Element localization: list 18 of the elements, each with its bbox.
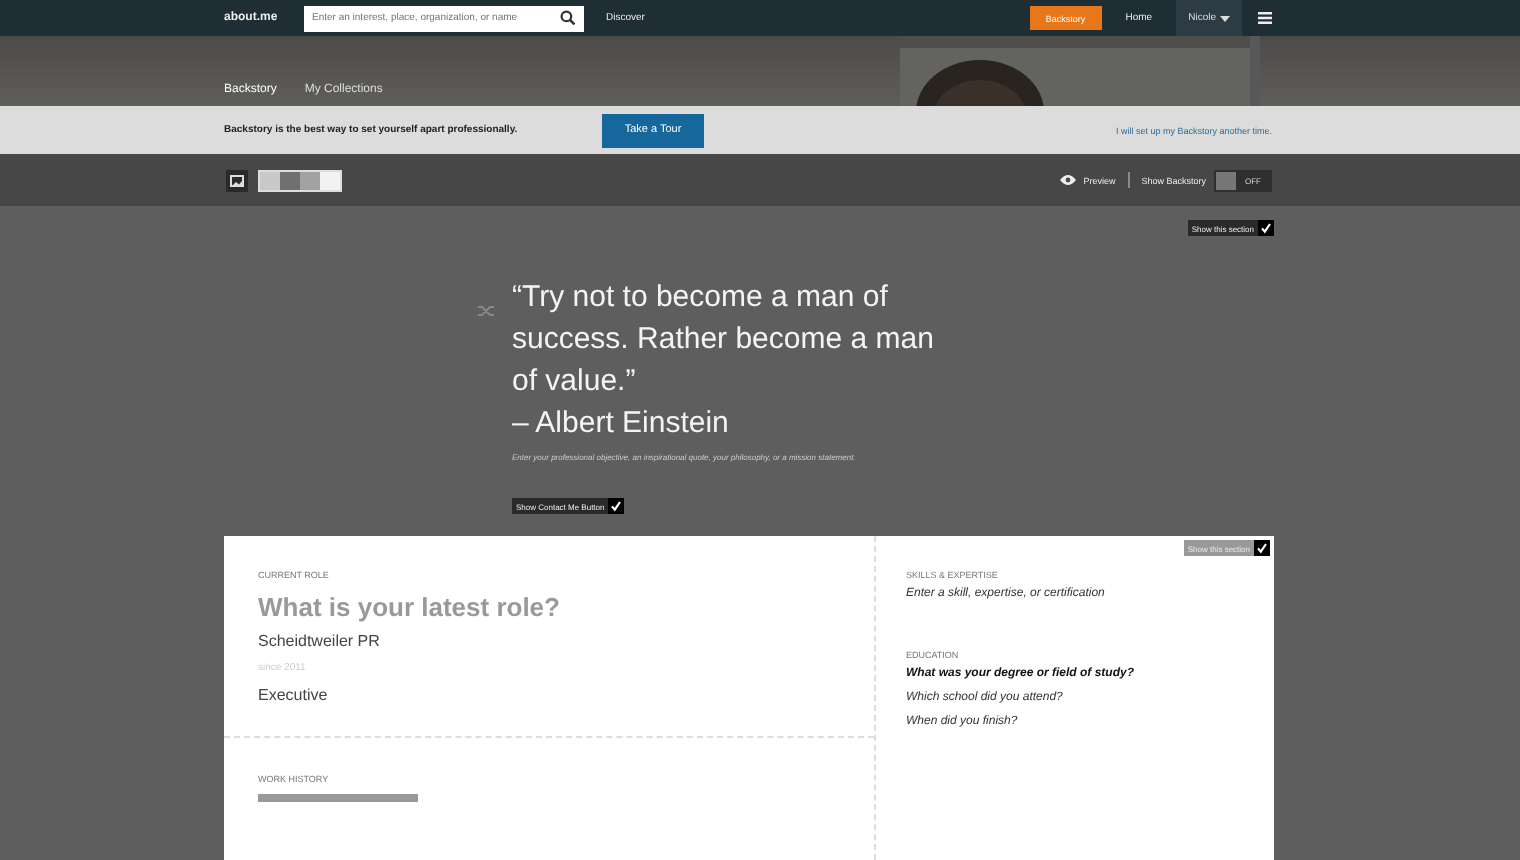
color-swatch[interactable]: [300, 171, 320, 189]
eye-icon: [1059, 174, 1076, 186]
shuffle-icon[interactable]: [478, 304, 496, 318]
company-name[interactable]: Scheidtweiler PR: [258, 630, 380, 654]
position-name[interactable]: Executive: [258, 684, 328, 708]
quote-author[interactable]: – Albert Einstein: [512, 402, 729, 444]
caret-icon: [1220, 15, 1230, 21]
input-field[interactable]: [258, 794, 418, 802]
search-icon[interactable]: [560, 10, 576, 26]
color-swatch[interactable]: [260, 171, 280, 189]
checkmark-icon: [610, 500, 623, 512]
quote-text[interactable]: “Try not to become a man of success. Rather become a man of value.”: [512, 276, 956, 402]
checkmark-icon: [1260, 222, 1272, 234]
checkmark-icon: [1256, 542, 1268, 554]
menu-icon[interactable]: [1258, 12, 1272, 24]
image-icon[interactable]: [226, 169, 248, 191]
color-swatch[interactable]: [320, 171, 340, 189]
color-swatch[interactable]: [280, 171, 300, 189]
